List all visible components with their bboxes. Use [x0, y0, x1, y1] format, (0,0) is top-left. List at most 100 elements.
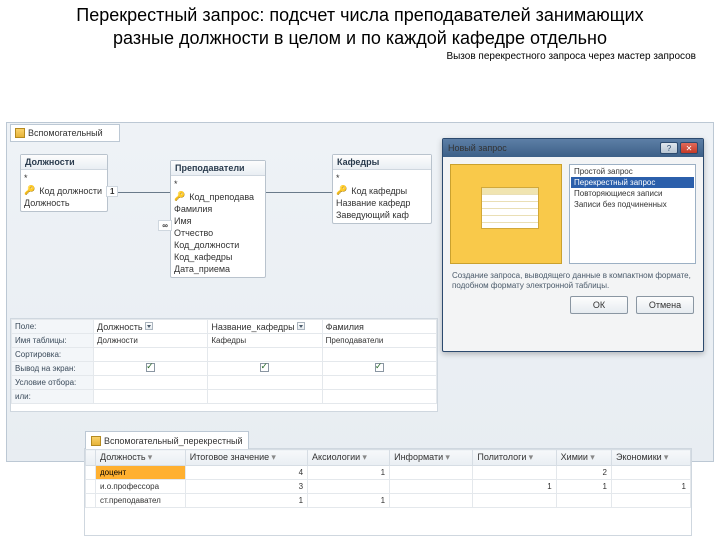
table-card-dolzhnosti[interactable]: Должности * 🔑Код должности Должность — [20, 154, 108, 212]
grid-row-label: Вывод на экран: — [12, 362, 94, 376]
grid-cell[interactable] — [94, 348, 208, 362]
cell[interactable] — [473, 494, 556, 508]
cell[interactable]: 1 — [308, 466, 390, 480]
column-header[interactable]: Итоговое значение ▾ — [185, 450, 307, 466]
grid-cell[interactable]: Преподаватели — [322, 334, 436, 348]
list-item[interactable]: Простой запрос — [571, 166, 694, 177]
table-card-prepodavateli[interactable]: Преподаватели * 🔑Код_преподава Фамилия И… — [170, 160, 266, 278]
grid-row-label: Условие отбора: — [12, 376, 94, 390]
page-subtitle: Вызов перекрестного запроса через мастер… — [0, 51, 720, 66]
help-button[interactable]: ? — [660, 142, 678, 154]
dialog-titlebar[interactable]: Новый запрос ? ✕ — [443, 139, 703, 157]
relation-right-label: ∞ — [158, 220, 172, 231]
cell[interactable]: 1 — [612, 480, 691, 494]
cell[interactable]: 4 — [185, 466, 307, 480]
field-row[interactable]: Код_должности — [171, 239, 265, 251]
field-row[interactable]: * — [333, 172, 431, 184]
grid-cell[interactable] — [208, 362, 322, 376]
grid-cell[interactable] — [208, 348, 322, 362]
column-header[interactable]: Должность ▾ — [96, 450, 186, 466]
cell[interactable] — [556, 494, 611, 508]
column-header[interactable]: Аксиологии ▾ — [308, 450, 390, 466]
cell[interactable]: ст.преподавател — [96, 494, 186, 508]
checkbox-icon[interactable] — [146, 363, 155, 372]
table-row[interactable]: и.о.профессора3111 — [86, 480, 691, 494]
grid-row-label: или: — [12, 390, 94, 404]
field-row[interactable]: Название кафедр — [333, 197, 431, 209]
grid-cell[interactable]: Название_кафедры — [208, 320, 322, 334]
grid-cell[interactable]: Фамилия — [322, 320, 436, 334]
field-row[interactable]: Заведующий каф — [333, 209, 431, 221]
grid-cell[interactable]: Должности — [94, 334, 208, 348]
grid-cell[interactable] — [322, 362, 436, 376]
grid-cell[interactable] — [94, 390, 208, 404]
cell[interactable]: 1 — [185, 494, 307, 508]
table-title: Должности — [21, 155, 107, 170]
cell[interactable] — [390, 466, 473, 480]
close-button[interactable]: ✕ — [680, 142, 698, 154]
field-row[interactable]: 🔑Код должности — [21, 184, 107, 197]
cell[interactable] — [390, 480, 473, 494]
table-row[interactable]: ст.преподавател11 — [86, 494, 691, 508]
relationship-line — [266, 192, 332, 193]
cell[interactable] — [473, 466, 556, 480]
column-header[interactable]: Информати ▾ — [390, 450, 473, 466]
dropdown-icon[interactable] — [297, 322, 305, 330]
key-icon: 🔑 — [24, 185, 35, 196]
grid-cell[interactable] — [94, 376, 208, 390]
list-item[interactable]: Записи без подчиненных — [571, 199, 694, 210]
cell[interactable] — [612, 494, 691, 508]
field-row[interactable]: Отчество — [171, 227, 265, 239]
cell[interactable] — [390, 494, 473, 508]
dropdown-icon[interactable] — [145, 322, 153, 330]
field-row[interactable]: * — [171, 178, 265, 190]
cell[interactable]: 2 — [556, 466, 611, 480]
grid-cell[interactable] — [322, 376, 436, 390]
cell[interactable]: доцент — [96, 466, 186, 480]
grid-cell[interactable] — [208, 390, 322, 404]
field-row[interactable]: * — [21, 172, 107, 184]
cell[interactable] — [612, 466, 691, 480]
cell[interactable] — [308, 480, 390, 494]
ok-button[interactable]: ОК — [570, 296, 628, 314]
grid-row-label: Сортировка: — [12, 348, 94, 362]
field-row[interactable]: Имя — [171, 215, 265, 227]
column-header[interactable]: Политологи ▾ — [473, 450, 556, 466]
list-item[interactable]: Перекрестный запрос — [571, 177, 694, 188]
cell[interactable]: 1 — [473, 480, 556, 494]
design-window-tab[interactable]: Вспомогательный — [10, 124, 120, 142]
field-row[interactable]: 🔑Код кафедры — [333, 184, 431, 197]
field-row[interactable]: 🔑Код_преподава — [171, 190, 265, 203]
cancel-button[interactable]: Отмена — [636, 296, 694, 314]
checkbox-icon[interactable] — [260, 363, 269, 372]
field-row[interactable]: Дата_приема — [171, 263, 265, 275]
grid-row-label: Имя таблицы: — [12, 334, 94, 348]
cell[interactable]: 3 — [185, 480, 307, 494]
grid-cell[interactable] — [208, 376, 322, 390]
column-header[interactable]: Химии ▾ — [556, 450, 611, 466]
grid-cell[interactable]: Кафедры — [208, 334, 322, 348]
field-row[interactable]: Код_кафедры — [171, 251, 265, 263]
cell[interactable]: 1 — [308, 494, 390, 508]
table-card-kafedry[interactable]: Кафедры * 🔑Код кафедры Название кафедр З… — [332, 154, 432, 224]
cell[interactable]: и.о.профессора — [96, 480, 186, 494]
list-item[interactable]: Повторяющиеся записи — [571, 188, 694, 199]
field-row[interactable]: Фамилия — [171, 203, 265, 215]
column-header[interactable]: Экономики ▾ — [612, 450, 691, 466]
crosstab-result-grid[interactable]: Вспомогательный_перекрестный Должность ▾… — [84, 448, 692, 536]
field-row[interactable]: Должность — [21, 197, 107, 209]
relationship-line: 1 ∞ — [108, 192, 170, 193]
query-design-grid[interactable]: Поле: Должность Название_кафедры Фамилия… — [10, 318, 438, 412]
wizard-type-list[interactable]: Простой запрос Перекрестный запрос Повто… — [569, 164, 696, 264]
grid-cell[interactable] — [94, 362, 208, 376]
grid-cell[interactable] — [322, 348, 436, 362]
grid-cell[interactable]: Должность — [94, 320, 208, 334]
checkbox-icon[interactable] — [375, 363, 384, 372]
grid-cell[interactable] — [322, 390, 436, 404]
result-header-row: Должность ▾ Итоговое значение ▾ Аксиолог… — [86, 450, 691, 466]
table-row[interactable]: доцент41 2 — [86, 466, 691, 480]
cell[interactable]: 1 — [556, 480, 611, 494]
result-tab-label: Вспомогательный_перекрестный — [104, 436, 243, 446]
wizard-description: Создание запроса, выводящего данные в ко… — [443, 271, 703, 296]
result-window-tab[interactable]: Вспомогательный_перекрестный — [85, 431, 249, 449]
